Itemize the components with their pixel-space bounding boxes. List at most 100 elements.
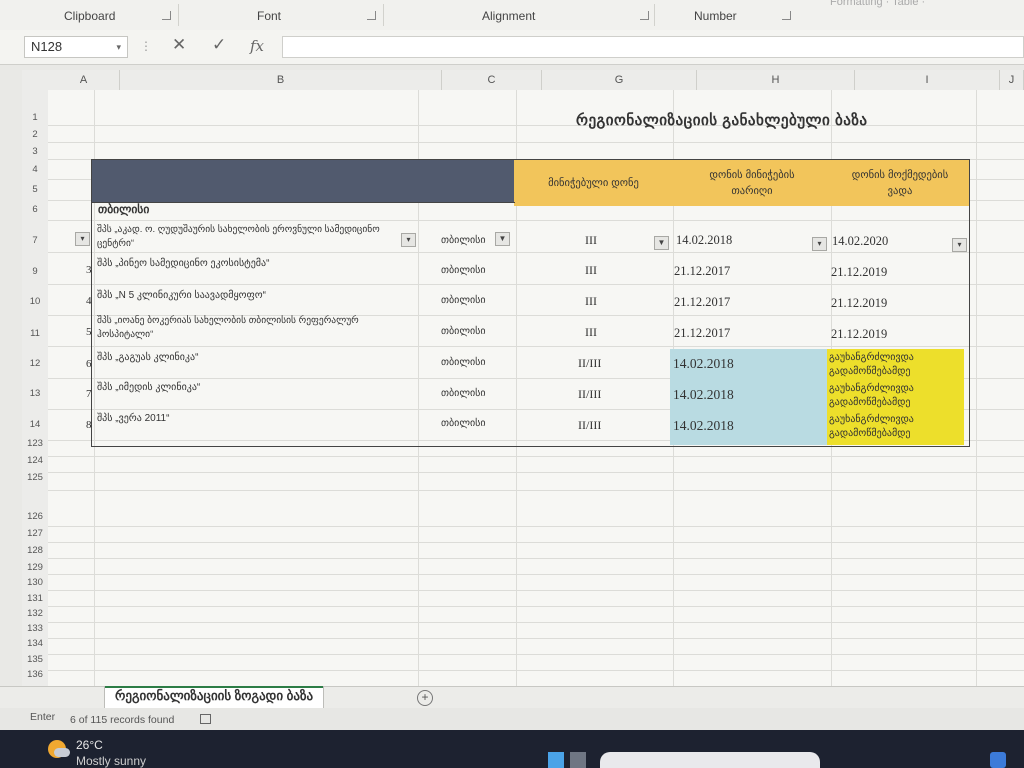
enter-icon[interactable]: ✓	[212, 35, 226, 55]
record-number: 6	[86, 358, 92, 370]
row-number[interactable]: 127	[22, 528, 48, 539]
column-header-b[interactable]: B	[120, 70, 442, 90]
weather-temperature[interactable]: 26°C	[76, 738, 103, 752]
column-header-i[interactable]: I	[855, 70, 1000, 90]
row-number[interactable]: 3	[22, 146, 48, 157]
row-number[interactable]: 132	[22, 608, 48, 619]
row-number[interactable]: 5	[22, 184, 48, 195]
filter-dropdown-icon[interactable]: ▾	[952, 238, 967, 252]
weather-icon[interactable]	[48, 740, 70, 758]
ribbon-styles-faded[interactable]: Formatting · Table ·	[830, 0, 925, 8]
drag-handle-icon[interactable]: ⋮	[140, 39, 152, 53]
accessibility-icon[interactable]	[200, 714, 211, 724]
record-valid: 14.02.2020	[832, 234, 889, 248]
status-bar: Enter 6 of 115 records found	[0, 708, 1024, 730]
record-name: შპს „პინეო სამედიცინო ეკოსისტემა“	[97, 258, 270, 269]
record-city: თბილისი	[441, 295, 486, 306]
row-number[interactable]: 10	[22, 296, 48, 307]
row-number[interactable]: 2	[22, 129, 48, 140]
formula-input[interactable]	[282, 36, 1024, 58]
record-valid: გაუხანგრძლივდა გადამოწმებამდე	[829, 383, 914, 408]
row-number[interactable]: 9	[22, 266, 48, 277]
row-number[interactable]: 135	[22, 654, 48, 665]
row-number[interactable]: 133	[22, 623, 48, 634]
ribbon-group-font: Font	[257, 9, 282, 23]
table-divider	[91, 202, 515, 203]
record-date: 21.12.2017	[674, 326, 731, 340]
record-name: შპს „აკად. ო. ღუდუშაურის სახელობის ეროვნ…	[97, 224, 380, 249]
row-number[interactable]: 12	[22, 358, 48, 369]
clipboard-launcher-icon[interactable]	[162, 11, 171, 20]
row-number[interactable]: 124	[22, 455, 48, 466]
record-city: თბილისი	[441, 357, 486, 368]
record-number: 5	[86, 326, 92, 338]
record-level: III	[585, 233, 597, 247]
filter-active-icon[interactable]: ▼	[654, 236, 669, 250]
cancel-icon[interactable]: ✕	[172, 35, 186, 55]
column-header-g[interactable]: G	[542, 70, 697, 90]
font-launcher-icon[interactable]	[367, 11, 376, 20]
column-header-j[interactable]: J	[1000, 70, 1024, 90]
column-header-h[interactable]: H	[697, 70, 855, 90]
record-level: III	[585, 263, 597, 277]
record-date: 14.02.2018	[676, 233, 733, 247]
number-launcher-icon[interactable]	[782, 11, 791, 20]
row-number[interactable]: 134	[22, 638, 48, 649]
record-number: 3	[86, 264, 92, 276]
column-header-a[interactable]: A	[48, 70, 120, 90]
insert-function-icon[interactable]: fx	[250, 37, 264, 55]
row-number[interactable]: 131	[22, 593, 48, 604]
record-name: შპს „ვერა 2011“	[97, 413, 170, 424]
sheet-tab-active[interactable]: რეგიონალიზაციის ზოგადი ბაზა	[104, 686, 325, 709]
filter-dropdown-icon[interactable]: ▾	[75, 232, 90, 246]
row-number[interactable]: 6	[22, 204, 48, 215]
row-number[interactable]: 136	[22, 669, 48, 680]
record-city: თბილისი	[441, 326, 486, 337]
record-number: 4	[86, 295, 92, 307]
start-icon[interactable]	[548, 752, 564, 768]
formula-bar: N128 ▾ ⋮ ✕ ✓ fx	[0, 30, 1024, 65]
row-number[interactable]: 129	[22, 562, 48, 573]
row-number[interactable]: 128	[22, 545, 48, 556]
status-mode: Enter	[30, 711, 56, 723]
ribbon-group-clipboard: Clipboard	[64, 9, 116, 23]
record-date: 14.02.2018	[673, 418, 734, 433]
chevron-down-icon[interactable]: ▾	[116, 37, 121, 57]
record-name: შპს „იმედის კლინიკა“	[97, 382, 201, 393]
row-number[interactable]: 1	[22, 112, 48, 123]
row-number[interactable]: 125	[22, 472, 48, 483]
record-name: შპს „იოანე ბოკერიას სახელობის თბილისის რ…	[97, 315, 359, 340]
row-number[interactable]: 11	[22, 328, 48, 339]
ribbon-separator	[383, 4, 384, 26]
name-box[interactable]: N128 ▾	[24, 36, 128, 58]
weather-condition[interactable]: Mostly sunny	[76, 754, 146, 768]
record-name: შპს „გაგუას კლინიკა“	[97, 352, 199, 363]
sheet-tab-bar: რეგიონალიზაციის ზოგადი ბაზა +	[0, 686, 1024, 709]
record-date: 14.02.2018	[673, 356, 734, 371]
record-level: II/III	[578, 418, 602, 432]
row-number[interactable]: 14	[22, 419, 48, 430]
column-header-c[interactable]: C	[442, 70, 542, 90]
record-valid: 21.12.2019	[831, 296, 888, 310]
row-number[interactable]: 123	[22, 438, 48, 449]
row-number[interactable]: 126	[22, 511, 48, 522]
record-valid: გაუხანგრძლივდა გადამოწმებამდე	[829, 352, 914, 377]
sheet-title: რეგიონალიზაციის განახლებული ბაზა	[576, 112, 868, 129]
row-number[interactable]: 130	[22, 577, 48, 588]
task-view-icon[interactable]	[570, 752, 586, 768]
app-icon[interactable]	[990, 752, 1006, 768]
add-sheet-icon[interactable]: +	[417, 690, 433, 706]
search-input[interactable]	[600, 752, 820, 768]
row-number[interactable]: 13	[22, 388, 48, 399]
filter-dropdown-icon[interactable]: ▾	[401, 233, 416, 247]
alignment-launcher-icon[interactable]	[640, 11, 649, 20]
record-valid: 21.12.2019	[831, 327, 888, 341]
column-headers: A B C G H I J	[22, 70, 1024, 91]
filter-active-icon[interactable]: ▼	[495, 232, 510, 246]
record-city: თბილისი	[441, 388, 486, 399]
filter-dropdown-icon[interactable]: ▾	[812, 237, 827, 251]
record-level: II/III	[578, 387, 602, 401]
ribbon-separator	[654, 4, 655, 26]
row-number[interactable]: 7	[22, 235, 48, 246]
row-number[interactable]: 4	[22, 164, 48, 175]
